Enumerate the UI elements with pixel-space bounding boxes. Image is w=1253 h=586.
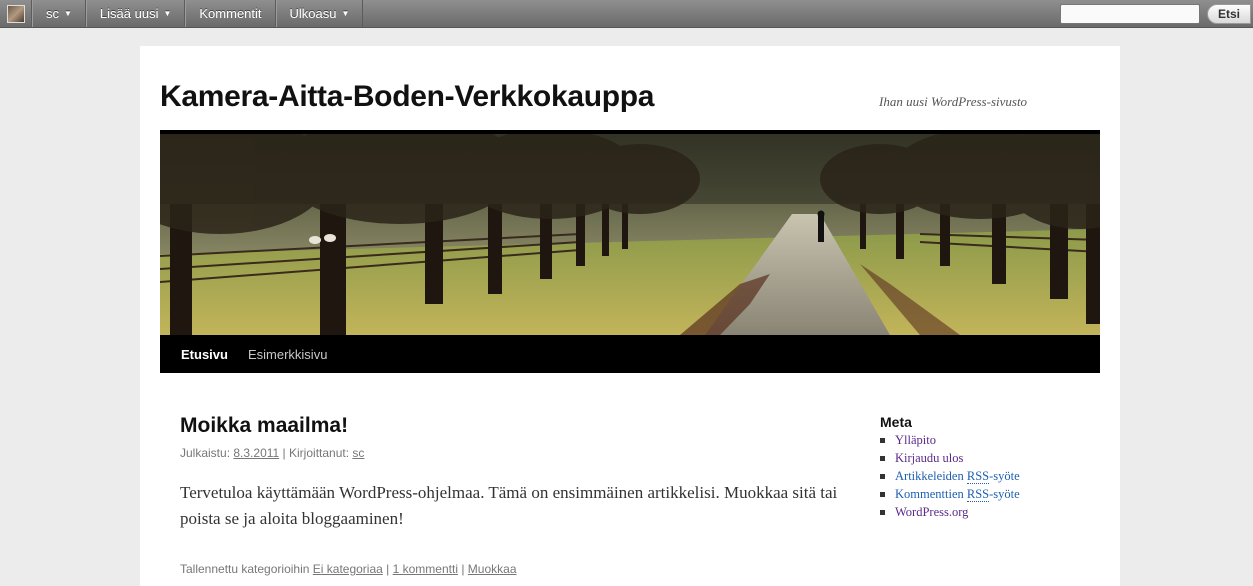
author-link[interactable]: sc (352, 446, 364, 460)
meta-list: Ylläpito Kirjaudu ulos Artikkeleiden RSS… (880, 431, 1100, 521)
wordpress-org-link[interactable]: WordPress.org (895, 503, 968, 521)
bullet-icon (880, 509, 885, 515)
nav-item-home[interactable]: Etusivu (160, 347, 238, 362)
post-date-link[interactable]: 8.3.2011 (233, 446, 279, 460)
bullet-icon (880, 437, 885, 443)
bullet-icon (880, 491, 885, 497)
entries-rss-suffix: -syöte (989, 469, 1020, 483)
author-label: Kirjoittanut: (289, 446, 350, 460)
site-description: Ihan uusi WordPress-sivusto (879, 94, 1028, 109)
header-image-avenue (160, 134, 1100, 335)
entries-rss-label: Artikkeleiden (895, 469, 964, 483)
search-input[interactable] (1060, 4, 1200, 24)
admin-bar: sc ▼ Lisää uusi ▼ Kommentit Ulkoasu ▼ Etsi (0, 0, 1253, 28)
logout-link[interactable]: Kirjaudu ulos (895, 449, 963, 467)
list-item: Artikkeleiden RSS-syöte (880, 467, 1100, 485)
appearance-label: Ulkoasu (289, 6, 337, 21)
category-link[interactable]: Ei kategoriaa (313, 562, 383, 576)
comments-link[interactable]: Kommentit (185, 0, 276, 27)
bullet-icon (880, 473, 885, 479)
comments-rss-link[interactable]: Kommenttien RSS-syöte (895, 485, 1020, 503)
list-item: Ylläpito (880, 431, 1100, 449)
meta-widget-title: Meta (880, 414, 912, 430)
list-item: Kirjaudu ulos (880, 449, 1100, 467)
rss-abbr: RSS (966, 487, 990, 502)
bullet-icon (880, 455, 885, 461)
page: Kamera-Aitta-Boden-Verkkokauppa Ihan uus… (140, 46, 1120, 586)
header-image (160, 130, 1100, 335)
post-content: Tervetuloa käyttämään WordPress-ohjelmaa… (180, 483, 838, 528)
post-footer: Tallennettu kategorioihin Ei kategoriaa … (180, 562, 840, 576)
site-title[interactable]: Kamera-Aitta-Boden-Verkkokauppa (160, 80, 654, 114)
rss-abbr: RSS (966, 469, 990, 484)
avatar-image (6, 5, 25, 23)
nav-item-sample-page[interactable]: Esimerkkisivu (238, 347, 337, 362)
admin-search: Etsi (1060, 0, 1253, 28)
footer-separator: | (461, 562, 465, 576)
chevron-down-icon: ▼ (163, 9, 172, 18)
post: Moikka maailma! Julkaistu: 8.3.2011 | Ki… (180, 414, 840, 576)
add-new-menu[interactable]: Lisää uusi ▼ (85, 0, 186, 27)
user-avatar[interactable] (0, 0, 32, 28)
comments-rss-suffix: -syöte (989, 487, 1020, 501)
admin-link[interactable]: Ylläpito (895, 431, 936, 449)
chevron-down-icon: ▼ (341, 9, 350, 18)
post-title[interactable]: Moikka maailma! (180, 414, 840, 438)
category-label: Tallennettu kategorioihin (180, 562, 310, 576)
published-label: Julkaistu: (180, 446, 231, 460)
user-menu[interactable]: sc ▼ (32, 0, 86, 27)
appearance-menu[interactable]: Ulkoasu ▼ (275, 0, 364, 27)
user-menu-label: sc (46, 6, 59, 21)
edit-link[interactable]: Muokkaa (468, 562, 517, 576)
main-navigation: Etusivu Esimerkkisivu (160, 335, 1100, 373)
comments-label: Kommentit (199, 6, 262, 21)
search-button[interactable]: Etsi (1207, 4, 1251, 24)
post-meta: Julkaistu: 8.3.2011 | Kirjoittanut: sc (180, 446, 840, 460)
list-item: Kommenttien RSS-syöte (880, 485, 1100, 503)
meta-separator: | (282, 446, 286, 460)
footer-separator: | (386, 562, 390, 576)
sidebar: Meta Ylläpito Kirjaudu ulos Artikkeleide… (880, 414, 1100, 521)
add-new-label: Lisää uusi (99, 6, 159, 21)
list-item: WordPress.org (880, 503, 1100, 521)
comments-link[interactable]: 1 kommentti (393, 562, 458, 576)
chevron-down-icon: ▼ (64, 9, 72, 18)
entries-rss-link[interactable]: Artikkeleiden RSS-syöte (895, 467, 1020, 485)
comments-rss-label: Kommenttien (895, 487, 964, 501)
